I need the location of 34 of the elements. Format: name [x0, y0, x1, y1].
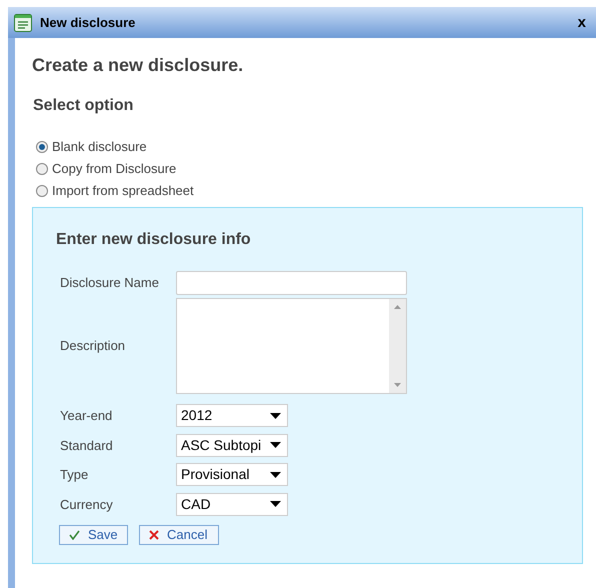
field-label: Year-end — [60, 407, 114, 425]
panel-title: Enter new disclosure info — [56, 230, 252, 250]
caret-icon[interactable] — [270, 442, 281, 448]
field-label: Standard — [60, 436, 114, 454]
close-button[interactable]: x — [578, 15, 586, 30]
scrollbar[interactable] — [389, 299, 406, 393]
dropdown[interactable]: ASC Subtopi — [176, 434, 288, 457]
radio-button[interactable] — [36, 163, 48, 175]
caret-icon[interactable] — [270, 472, 281, 478]
radio-button[interactable] — [36, 141, 48, 153]
window-title: New disclosure — [40, 14, 136, 32]
option-label[interactable]: Blank disclosure — [52, 137, 147, 157]
field-label: Disclosure Name — [60, 274, 160, 292]
option-label[interactable]: Import from spreadsheet — [52, 181, 194, 201]
text-input[interactable] — [176, 270, 407, 294]
dropdown[interactable]: 2012 — [176, 404, 288, 428]
section-title: Select option — [32, 96, 134, 116]
cross-icon — [149, 530, 159, 540]
dropdown[interactable]: CAD — [176, 492, 288, 516]
document-icon — [14, 14, 32, 32]
dialog-heading: Create a new disclosure. — [32, 54, 244, 77]
dropdown[interactable]: Provisional — [176, 463, 288, 486]
scroll-up-icon[interactable] — [394, 305, 401, 309]
check-icon — [69, 530, 80, 540]
field-label: Currency — [60, 496, 114, 514]
option-label[interactable]: Copy from Disclosure — [52, 159, 176, 179]
caret-icon[interactable] — [270, 412, 281, 419]
scroll-down-icon[interactable] — [394, 383, 401, 387]
cancel-button[interactable]: Cancel — [139, 525, 219, 545]
field-label: Type — [60, 466, 90, 484]
field-label: Description — [60, 337, 126, 356]
radio-button[interactable] — [36, 185, 48, 197]
caret-icon[interactable] — [270, 501, 281, 508]
save-button[interactable]: Save — [59, 525, 128, 545]
